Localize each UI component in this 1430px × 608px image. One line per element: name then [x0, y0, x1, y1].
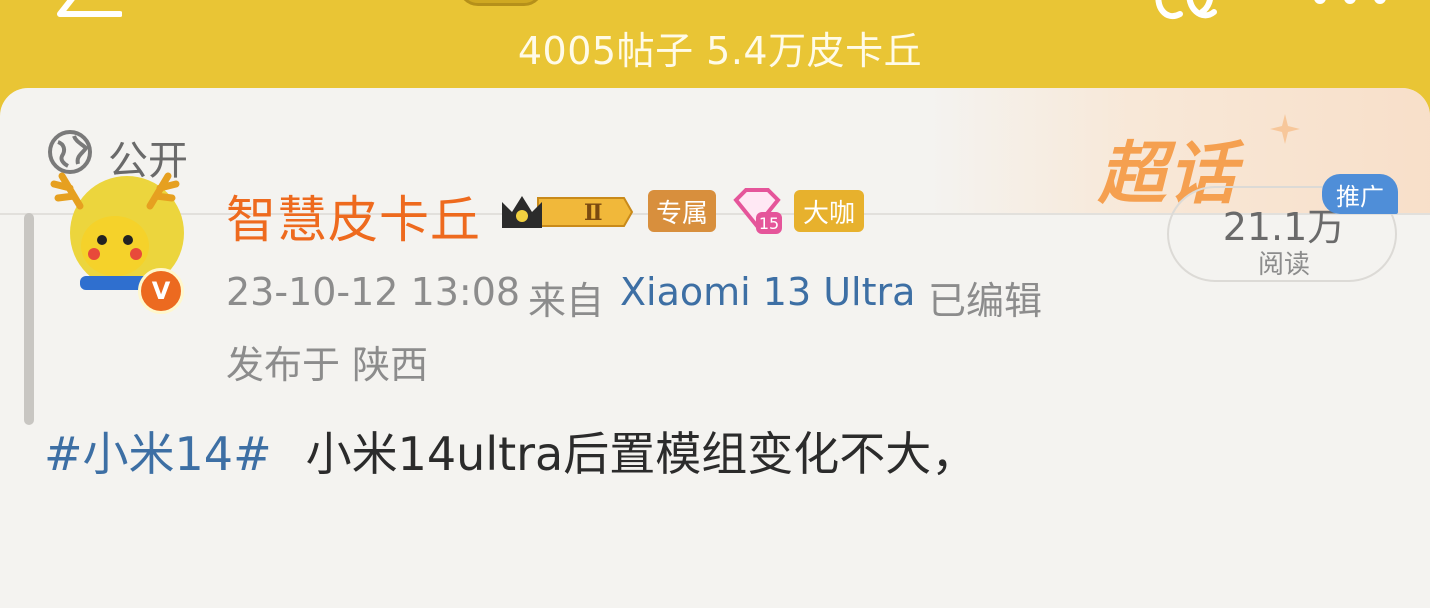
- exclusive-tag: 专属: [648, 190, 716, 232]
- post-time: 23-10-12 13:08: [226, 270, 521, 314]
- vip-diamond-badge-icon: 15: [733, 188, 782, 234]
- vip-level-text: 15: [759, 214, 779, 233]
- community-stats: 4005帖子 5.4万皮卡丘: [517, 29, 923, 73]
- promote-badge[interactable]: 推广: [1322, 174, 1398, 214]
- username[interactable]: 智慧皮卡丘: [226, 180, 481, 252]
- post-content: #小米14# 小米14ultra后置模组变化不大，: [44, 418, 977, 484]
- sparkle-icon: [1270, 114, 1300, 144]
- edited-label[interactable]: 已编辑: [928, 270, 1042, 325]
- from-label: 来自: [528, 279, 605, 323]
- crown-level-badge-icon[interactable]: Ⅱ: [498, 188, 634, 236]
- community-logo-icon: [458, 0, 544, 6]
- hashtag-link[interactable]: #小米14#: [44, 427, 272, 481]
- post-text: 小米14ultra后置模组变化不大，: [305, 427, 978, 481]
- back-arrow-icon[interactable]: [52, 0, 122, 20]
- verified-badge: V: [138, 268, 184, 314]
- level-text: Ⅱ: [584, 200, 603, 226]
- post-card: 公开 超话: [0, 88, 1430, 608]
- scroll-indicator[interactable]: [24, 213, 34, 425]
- device-link[interactable]: Xiaomi 13 Ultra: [620, 270, 915, 314]
- more-icon[interactable]: [1300, 0, 1400, 14]
- post-location: 发布于 陕西: [226, 343, 429, 387]
- bigshot-tag: 大咖: [794, 190, 864, 232]
- read-label: 阅读: [1257, 250, 1310, 280]
